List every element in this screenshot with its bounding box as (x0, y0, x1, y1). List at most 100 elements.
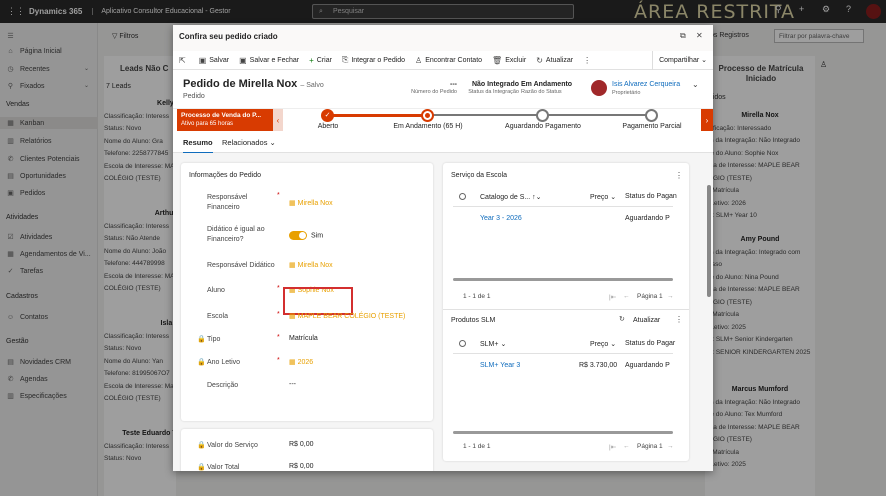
column-header[interactable]: Status do Pagar (625, 340, 675, 347)
find-contact-icon: ♙ (415, 55, 423, 65)
next-page-icon[interactable]: → (667, 293, 674, 300)
field-didatico-igual: Didático é igual ao Financeiro? Sim (189, 225, 429, 247)
integrate-label: Integrar o Pedido (351, 56, 406, 64)
grid-school-service: Catalogo de S... ↑⌄ Preço ⌄ Status do Pa… (443, 163, 689, 303)
form-body: Informações do Pedido Responsável Financ… (173, 153, 713, 471)
field-value: MAPLE BEAR COLÉGIO (TESTE) (297, 313, 406, 320)
lookup-responsavel-financeiro[interactable]: ▦ Mirella Nox (289, 199, 333, 207)
field-descricao: Descrição --- (189, 381, 429, 395)
save-button[interactable]: ▣ Salvar (199, 56, 229, 65)
field-value[interactable]: --- (289, 381, 296, 388)
refresh-button[interactable]: ↻ Atualizar (536, 56, 573, 65)
refresh-icon: ↻ (536, 55, 543, 65)
more-icon: ⋮ (583, 55, 592, 65)
field-label: Aluno (207, 287, 225, 294)
integrate-order-button[interactable]: ⎘ Integrar o Pedido (342, 55, 405, 65)
save-close-button[interactable]: ▣ Salvar e Fechar (239, 56, 299, 65)
close-icon[interactable]: ✕ (696, 31, 703, 40)
record-title-text: Pedido de Mirella Nox (183, 78, 298, 90)
field-value: 2026 (297, 359, 314, 366)
horizontal-scrollbar[interactable] (453, 431, 673, 434)
first-page-icon[interactable]: |⇤ (609, 293, 616, 301)
current-stage-icon (421, 109, 434, 122)
share-button[interactable]: Compartilhar ⌄ (652, 51, 713, 70)
field-responsavel-didatico: Responsável Didático ▦ Mirella Nox (189, 261, 429, 275)
owner-avatar (591, 80, 607, 96)
column-header[interactable]: Status do Pagan (625, 193, 677, 200)
create-label: Criar (316, 56, 332, 64)
grid-cell: Aguardando P (625, 362, 670, 369)
lock-icon: 🔒 (197, 442, 206, 449)
chevron-down-icon[interactable]: ⌄ (692, 80, 699, 89)
column-header[interactable]: Preço ⌄ (590, 340, 616, 348)
tab-label: Relacionados (222, 138, 268, 147)
delete-button[interactable]: 🗑 Excluir (492, 56, 526, 65)
toggle-didatico-igual[interactable]: Sim (289, 231, 323, 240)
owner-label: Proprietário (612, 90, 641, 96)
sort-icon: ↑⌄ (532, 194, 542, 201)
entity-type: Pedido (183, 93, 205, 100)
open-record-button[interactable]: ⇱ (179, 56, 189, 65)
column-header[interactable]: Preço ⌄ (590, 193, 616, 201)
lookup-record-icon: ▦ (289, 359, 296, 366)
record-title: Pedido de Mirella Nox – Salvo (183, 78, 324, 90)
bpf-active-process[interactable]: Processo de Venda do P... Ativo para 65 … (177, 109, 273, 132)
save-label: Salvar (209, 56, 230, 64)
first-page-icon[interactable]: |⇤ (609, 443, 616, 451)
lookup-record-icon: ▦ (289, 262, 296, 269)
bpf-next-button[interactable]: › (701, 109, 713, 132)
select-all-radio[interactable] (459, 340, 466, 347)
field-value: R$ 0,00 (289, 441, 314, 448)
grid-cell-link[interactable]: SLM+ Year 3 (480, 362, 520, 369)
refresh-label: Atualizar (545, 56, 574, 64)
lock-icon: 🔒 (197, 336, 206, 343)
column-header-label: Preço (590, 341, 609, 348)
save-close-label: Salvar e Fechar (249, 56, 300, 64)
toggle-switch[interactable] (289, 231, 307, 240)
dialog-title: Confira seu pedido criado (179, 32, 278, 41)
tab-relacionados[interactable]: Relacionados ⌄ (222, 138, 276, 147)
grid-cell-link[interactable]: Year 3 - 2026 (480, 215, 522, 222)
select-all-radio[interactable] (459, 193, 466, 200)
header-field-label: Razão do Status (521, 89, 562, 95)
more-commands-button[interactable]: ⋮ (583, 56, 594, 65)
chevron-down-icon: ⌄ (500, 341, 507, 348)
chevron-down-icon: ⌄ (269, 138, 276, 147)
bpf-process-name: Processo de Venda do P... (181, 112, 262, 119)
share-label: Compartilhar (659, 57, 700, 64)
header-field-value: Não Integrado (471, 81, 519, 88)
header-field-value: Em Andamento (521, 81, 573, 88)
field-value: R$ 0,00 (289, 463, 314, 470)
lookup-escola[interactable]: ▦ MAPLE BEAR COLÉGIO (TESTE) (289, 312, 405, 320)
save-icon: ▣ (198, 55, 207, 65)
column-header[interactable]: Catalogo de S... ↑⌄ (480, 193, 542, 201)
vertical-scrollbar[interactable] (707, 185, 711, 297)
prev-page-icon[interactable]: ← (623, 443, 630, 450)
tab-resumo[interactable]: Resumo (183, 138, 213, 154)
next-page-icon[interactable]: → (667, 443, 674, 450)
required-indicator: * (277, 311, 280, 318)
save-close-icon: ▣ (239, 55, 247, 65)
owner-name[interactable]: Isis Alvarez Cerqueira (612, 81, 680, 88)
header-field-value: --- (450, 81, 457, 88)
field-label: Responsável Financeiro (207, 194, 248, 211)
lookup-responsavel-didatico[interactable]: ▦ Mirella Nox (289, 261, 333, 269)
header-field-label: Status da Integração (468, 89, 519, 95)
chevron-down-icon: ⌄ (610, 194, 617, 201)
find-contact-button[interactable]: ♙ Encontrar Contato (415, 56, 482, 65)
prev-page-icon[interactable]: ← (623, 293, 630, 300)
grid-slm-products: SLM+ ⌄ Preço ⌄ Status do Pagar SLM+ Year… (443, 309, 689, 461)
bpf-prev-button[interactable]: ‹ (273, 109, 283, 132)
column-header-label: Preço (590, 194, 609, 201)
bpf-stage-label: Aberto (317, 123, 339, 130)
field-responsavel-financeiro: Responsável Financeiro * ▦ Mirella Nox (189, 192, 429, 215)
column-header[interactable]: SLM+ ⌄ (480, 340, 506, 348)
lookup-ano-letivo[interactable]: ▦ 2026 (289, 358, 313, 366)
required-indicator: * (277, 285, 280, 292)
horizontal-scrollbar[interactable] (453, 278, 673, 281)
section-title: Informações do Pedido (189, 172, 261, 179)
popout-icon[interactable]: ⧉ (680, 31, 686, 41)
field-label: Valor do Serviço (207, 442, 258, 449)
create-button[interactable]: + Criar (309, 56, 332, 65)
record-header: Pedido de Mirella Nox – Salvo Pedido ---… (173, 70, 713, 108)
